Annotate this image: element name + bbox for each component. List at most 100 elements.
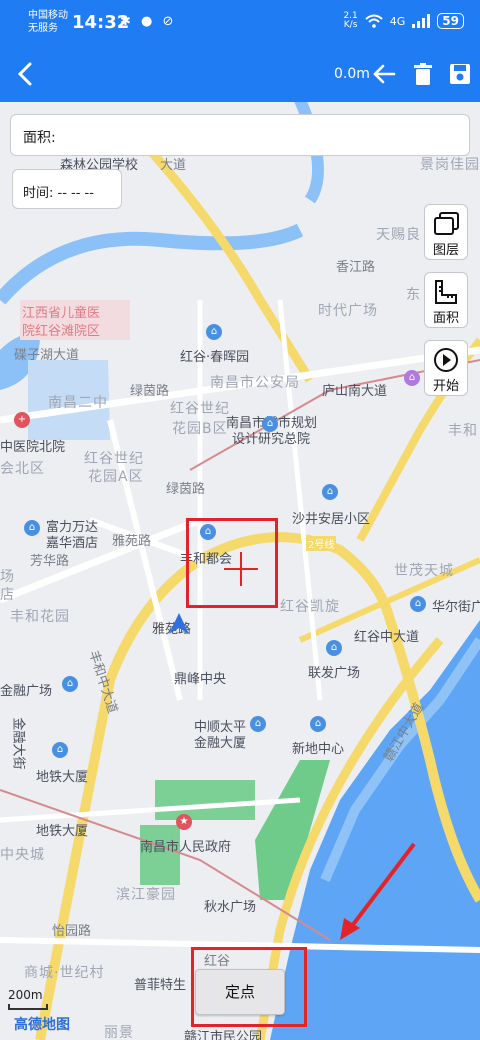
map-label: 花园A区 bbox=[88, 469, 144, 485]
crosshair-icon bbox=[224, 552, 258, 586]
trash-icon[interactable] bbox=[411, 62, 435, 86]
top-toolbar: 0.0m bbox=[0, 46, 480, 102]
map-label: 金融大厦 bbox=[194, 736, 247, 751]
map-label: 红谷中大道 bbox=[354, 630, 420, 645]
map-label: 东 bbox=[406, 287, 421, 303]
start-label: 开始 bbox=[432, 379, 459, 394]
map-logo: 高德地图 bbox=[14, 1017, 70, 1033]
map-label: 鼎峰中央 bbox=[174, 672, 227, 687]
map-label: 大道 bbox=[160, 158, 187, 173]
area-measure-button[interactable]: 面积 bbox=[424, 272, 468, 328]
time-label: 时间: bbox=[23, 186, 54, 201]
map-scale: 200m bbox=[8, 988, 43, 1002]
map-label: 红谷凯旋 bbox=[280, 599, 340, 615]
map-label: 绿茵路 bbox=[130, 384, 170, 399]
network-speed: 2.1 K/s bbox=[343, 11, 358, 30]
poi-marker[interactable]: ★ bbox=[176, 814, 192, 830]
map-label: 南昌市公安局 bbox=[210, 375, 300, 391]
status-right: 2.1 K/s 4G 59 bbox=[343, 12, 464, 30]
status-icons: ✱ ● ⊘ bbox=[120, 14, 177, 29]
carrier-name: 中国移动 bbox=[28, 10, 68, 21]
map-label: 店 bbox=[0, 587, 15, 603]
play-icon bbox=[434, 348, 458, 372]
save-icon[interactable] bbox=[448, 62, 472, 86]
map-label: 嘉华酒店 bbox=[46, 536, 99, 551]
map-label: 江西省儿童医 bbox=[22, 306, 101, 321]
poi-marker[interactable]: ⌂ bbox=[322, 484, 338, 500]
area-readout: 面积: bbox=[10, 114, 470, 156]
map-label: 地铁大厦 bbox=[36, 770, 89, 785]
map-label: 南昌市人民政府 bbox=[140, 840, 232, 855]
wifi-icon bbox=[365, 14, 383, 28]
carrier-status: 无服务 bbox=[28, 23, 58, 34]
map-label: 赣江市民公园 bbox=[184, 1030, 263, 1040]
area-measure-label: 面积 bbox=[432, 311, 459, 326]
map-label: 2号线 bbox=[306, 536, 337, 551]
poi-marker[interactable]: ⌂ bbox=[52, 742, 68, 758]
map-label: 院红谷滩院区 bbox=[22, 324, 101, 339]
start-button[interactable]: 开始 bbox=[424, 340, 468, 396]
map-label: 丰和花园 bbox=[10, 609, 70, 625]
map-label: 花园B区 bbox=[172, 421, 228, 437]
chevron-left-icon[interactable] bbox=[12, 60, 40, 88]
map-label: 金融广场 bbox=[0, 684, 53, 699]
map-label: 联发广场 bbox=[308, 666, 361, 681]
ruler-icon bbox=[435, 280, 457, 304]
map-label: 碟子湖大道 bbox=[14, 348, 80, 363]
poi-marker[interactable]: ⌂ bbox=[326, 640, 342, 656]
pointer-arrow-icon bbox=[340, 842, 416, 940]
map-label: 世茂天城 bbox=[394, 563, 454, 579]
map-label: 华尔街广 bbox=[432, 600, 480, 615]
layers-icon bbox=[434, 212, 459, 235]
poi-marker[interactable]: + bbox=[14, 412, 30, 428]
map-label: 场 bbox=[0, 569, 15, 585]
time-readout: 时间: -- -- -- bbox=[12, 169, 122, 209]
map-label: 中医院北院 bbox=[0, 440, 66, 455]
map-label: 庐山南大道 bbox=[322, 384, 388, 399]
map-label: 丽景 bbox=[104, 1025, 134, 1040]
map-label: 红谷世纪 bbox=[84, 451, 144, 467]
poi-marker[interactable]: ⌂ bbox=[410, 596, 426, 612]
map-label: 秋水广场 bbox=[204, 900, 257, 915]
distance-readout: 0.0m bbox=[334, 66, 370, 82]
map-label: 香江路 bbox=[336, 260, 376, 275]
battery-indicator: 59 bbox=[437, 13, 464, 29]
map-label: 地铁大厦 bbox=[36, 824, 89, 839]
poi-marker[interactable]: ⌂ bbox=[62, 676, 78, 692]
set-point-button[interactable]: 定点 bbox=[195, 969, 285, 1015]
map-scale-bar bbox=[8, 1004, 48, 1010]
map-label: 中央城 bbox=[0, 847, 45, 863]
layers-label: 图层 bbox=[432, 243, 459, 258]
map-label: 沙井安居小区 bbox=[292, 512, 371, 527]
map-label: 天赐良 bbox=[376, 227, 421, 243]
signal-icon bbox=[412, 14, 431, 28]
map-label: 滨江豪园 bbox=[116, 887, 176, 903]
map-label: 新地中心 bbox=[292, 742, 345, 757]
layers-button[interactable]: 图层 bbox=[424, 204, 468, 260]
poi-marker[interactable]: ⌂ bbox=[24, 520, 40, 536]
map-label: 芳华路 bbox=[30, 554, 70, 569]
location-arrow-icon bbox=[169, 613, 189, 634]
poi-marker[interactable]: ⌂ bbox=[206, 324, 222, 340]
carrier-info: 中国移动 无服务 bbox=[28, 9, 68, 35]
map-label: 南昌二中 bbox=[48, 395, 108, 411]
status-bar: 中国移动 无服务 14:32 ✱ ● ⊘ 2.1 K/s 4G 59 bbox=[0, 0, 480, 46]
map-label: 怡园路 bbox=[52, 924, 92, 939]
map-label: 景岗佳园 bbox=[420, 157, 480, 173]
arrow-left-icon[interactable] bbox=[372, 62, 396, 86]
map-label: 金融大街 bbox=[10, 717, 26, 770]
area-label: 面积: bbox=[23, 130, 56, 146]
poi-marker[interactable]: ⌂ bbox=[310, 716, 326, 732]
poi-marker[interactable]: ⌂ bbox=[404, 370, 420, 386]
poi-marker[interactable]: ⌂ bbox=[262, 416, 278, 432]
network-type: 4G bbox=[389, 14, 406, 28]
map-label: 红谷·春晖园 bbox=[180, 350, 250, 365]
map-label: 雅苑路 bbox=[112, 534, 152, 549]
time-value: -- -- -- bbox=[57, 186, 94, 201]
poi-marker[interactable]: ⌂ bbox=[250, 716, 266, 732]
map-label: 会北区 bbox=[0, 461, 45, 477]
map-label: 绿茵路 bbox=[166, 482, 206, 497]
map-label: 红谷世纪 bbox=[170, 401, 230, 417]
map-label: 时代广场 bbox=[318, 303, 378, 319]
map-label: 普菲特生 bbox=[134, 978, 187, 993]
